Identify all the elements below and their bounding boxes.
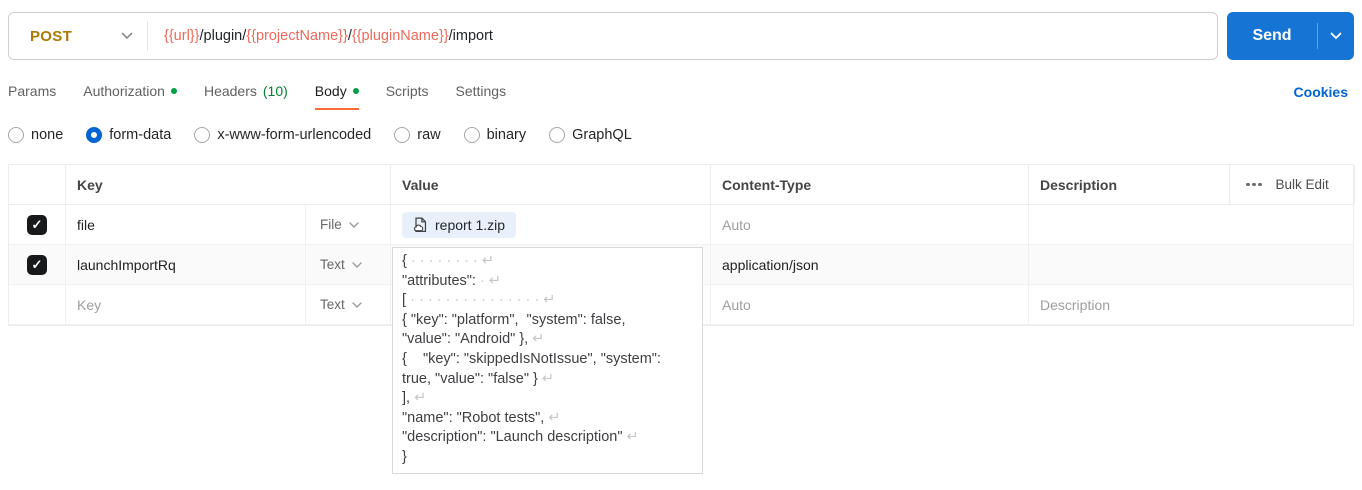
table-row-file: ✓ file File report 1.zip Auto [9, 205, 1353, 245]
headers-count: (10) [262, 83, 288, 99]
editor-line: { · · · · · · · · ↵ [402, 253, 495, 269]
method-label: POST [30, 27, 73, 45]
cookies-link[interactable]: Cookies [1294, 84, 1348, 100]
tab-label: Body [314, 83, 347, 99]
description-cell[interactable]: Description [1029, 285, 1355, 324]
tab-label: Settings [455, 83, 507, 99]
mode-binary[interactable]: binary [463, 127, 526, 143]
mode-none[interactable]: none [8, 127, 63, 143]
mode-graphql[interactable]: GraphQL [549, 127, 632, 143]
editor-line: { "key": "platform", "system": false, [402, 311, 626, 328]
bulk-edit-button[interactable]: Bulk Edit [1276, 177, 1329, 192]
header-select-cell [9, 165, 66, 204]
header-content-type: Content-Type [711, 165, 1029, 204]
radio-icon [194, 127, 211, 143]
url-variable: {{projectName}} [246, 28, 348, 44]
body-mode-options: none form-data x-www-form-urlencoded raw… [8, 127, 632, 143]
tab-label: Scripts [385, 83, 429, 99]
tab-label: Params [8, 83, 57, 99]
key-cell[interactable]: file [66, 205, 306, 244]
type-select[interactable]: Text [306, 285, 391, 324]
editor-line: "attributes": · ↵ [402, 272, 502, 289]
url-input[interactable]: {{url}}/plugin/{{projectName}} / {{pluginN… [148, 28, 493, 44]
chevron-down-icon [121, 32, 133, 40]
mode-form-data[interactable]: form-data [86, 127, 171, 143]
method-select[interactable]: POST [9, 13, 147, 59]
chevron-down-icon [349, 221, 359, 228]
radio-icon [8, 127, 24, 143]
content-type-cell[interactable]: Auto [711, 285, 1029, 324]
mode-x-www-form-urlencoded[interactable]: x-www-form-urlencoded [194, 127, 371, 143]
editor-line: "name": "Robot tests", ↵ [402, 409, 561, 426]
key-cell[interactable]: launchImportRq [66, 245, 306, 284]
radio-selected-icon [86, 127, 103, 143]
form-data-table: Key Value Content-Type Description Bulk … [8, 164, 1355, 474]
status-dot-icon [352, 88, 359, 94]
content-type-cell[interactable]: Auto [711, 205, 1029, 244]
tab-settings[interactable]: Settings [456, 83, 507, 110]
tab-params[interactable]: Params [8, 83, 56, 110]
description-cell[interactable] [1029, 205, 1355, 244]
checkbox-checked-icon[interactable]: ✓ [27, 254, 47, 275]
mode-raw[interactable]: raw [394, 127, 441, 143]
radio-icon [549, 127, 566, 143]
table-header-row: Key Value Content-Type Description Bulk … [9, 165, 1355, 205]
url-variable: {{pluginName}} [351, 28, 449, 44]
editor-line: true, "value": "false" } ↵ [402, 370, 555, 387]
row-select-cell [9, 285, 66, 324]
radio-icon [394, 127, 411, 143]
header-description: Description [1029, 165, 1230, 204]
request-url-bar: POST {{url}}/plugin/{{projectName}} / {{pl… [8, 12, 1218, 60]
file-name: report 1.zip [435, 216, 506, 233]
tab-label: Authorization [83, 83, 165, 99]
checkbox-checked-icon[interactable]: ✓ [27, 214, 47, 235]
send-button[interactable]: Send [1227, 12, 1317, 60]
url-variable: {{url}} [164, 28, 200, 44]
content-type-cell[interactable]: application/json [711, 245, 1029, 284]
url-path: /plugin/ [199, 28, 247, 44]
file-icon [413, 217, 427, 232]
type-select[interactable]: File [306, 205, 391, 244]
header-value: Value [391, 165, 711, 204]
value-editor-textarea[interactable]: { · · · · · · · · ↵ "attributes": · ↵ [ … [392, 247, 703, 474]
file-chip[interactable]: report 1.zip [402, 211, 517, 238]
type-select[interactable]: Text [306, 245, 391, 284]
row-select-cell: ✓ [9, 205, 66, 244]
chevron-down-icon [352, 261, 362, 268]
editor-line: ], ↵ [402, 390, 427, 407]
postman-request-page: { "request": { "method": "POST", "url_se… [0, 0, 1362, 490]
editor-line: "value": "Android" }, ↵ [402, 331, 545, 348]
send-options-button[interactable] [1318, 12, 1354, 60]
value-cell: report 1.zip [391, 205, 711, 244]
tab-body[interactable]: Body [314, 83, 359, 110]
request-tabs: Params Authorization Headers (10) Body S… [8, 83, 506, 110]
header-bulk-edit: Bulk Edit [1230, 165, 1355, 204]
key-cell[interactable]: Key [66, 285, 306, 324]
description-cell[interactable] [1029, 245, 1355, 284]
tab-scripts[interactable]: Scripts [386, 83, 429, 110]
editor-line: "description": "Launch description" ↵ [402, 429, 639, 446]
chevron-down-icon [352, 301, 362, 308]
editor-line: { "key": "skippedIsNotIssue", "system": [402, 350, 661, 367]
header-key: Key [66, 165, 391, 204]
tab-authorization[interactable]: Authorization [83, 83, 177, 110]
tab-headers[interactable]: Headers (10) [204, 83, 288, 110]
url-path: /import [448, 28, 493, 44]
row-select-cell: ✓ [9, 245, 66, 284]
status-dot-icon [170, 88, 177, 94]
chevron-down-icon [1330, 32, 1342, 40]
radio-icon [463, 127, 480, 143]
tab-label: Headers [203, 83, 257, 99]
send-button-group: Send [1227, 12, 1354, 60]
editor-line: [ · · · · · · · · · · · · · · · ↵ [402, 292, 556, 309]
more-options-icon[interactable] [1244, 181, 1264, 189]
editor-line: } [402, 448, 407, 465]
